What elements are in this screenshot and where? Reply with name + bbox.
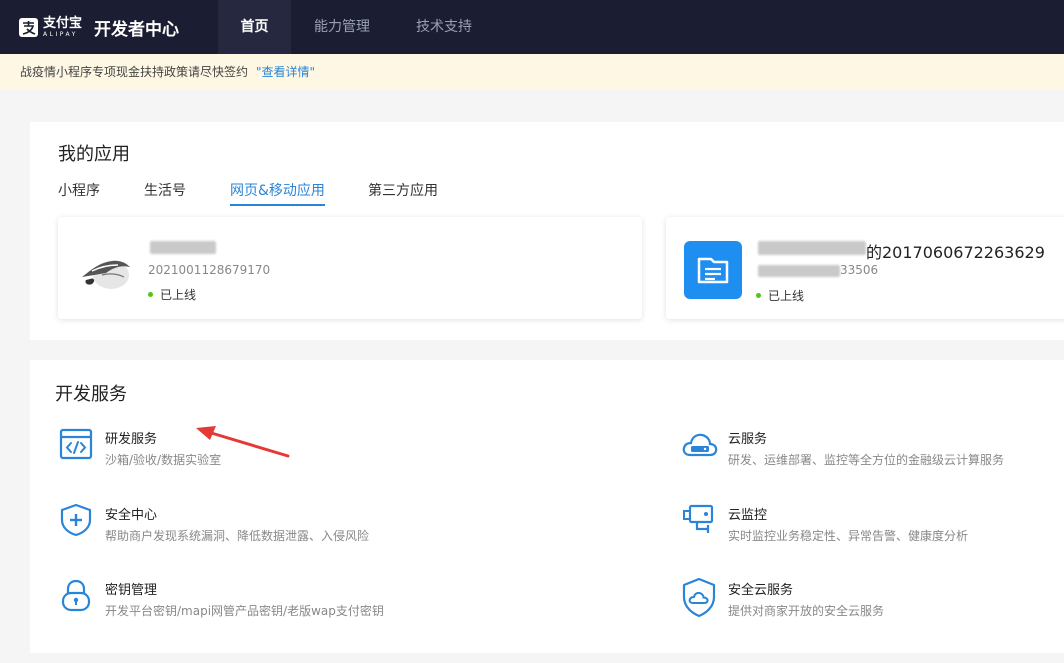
service-desc: 实时监控业务稳定性、异常告警、健康度分析 — [728, 529, 969, 543]
app-card[interactable]: 2021001128679170 已上线 — [58, 217, 642, 319]
service-desc: 开发平台密钥/mapi网管产品密钥/老版wap支付密钥 — [105, 604, 384, 618]
shield-plus-icon — [59, 503, 93, 537]
app-card[interactable]: 的2017060672263629 33506 已上线 — [666, 217, 1064, 319]
notice-text: 战疫情小程序专项现金扶持政策请尽快签约 — [20, 65, 249, 79]
logo-text-cn: 支付宝 — [43, 15, 83, 31]
nav-home[interactable]: 首页 — [218, 0, 291, 54]
my-apps-title: 我的应用 — [58, 144, 130, 165]
tab-web-mobile-app[interactable]: 网页&移动应用 — [230, 180, 325, 206]
masked-app-name-prefix — [758, 241, 866, 255]
app-id: 2021001128679170 — [148, 263, 271, 277]
service-name: 云监控 — [728, 508, 768, 523]
lock-icon — [59, 578, 93, 612]
bird-app-icon — [76, 241, 134, 299]
status-dot — [148, 292, 153, 297]
service-name: 密钥管理 — [105, 583, 158, 598]
dev-services-title: 开发服务 — [55, 384, 127, 405]
app-status-text: 已上线 — [768, 289, 805, 303]
service-name: 研发服务 — [105, 432, 158, 447]
status-dot — [756, 293, 761, 298]
shield-cloud-icon — [682, 577, 716, 618]
service-cloud[interactable]: 云服务 研发、运维部署、监控等全方位的金融级云计算服务 — [682, 425, 1062, 469]
alipay-logo-icon — [19, 17, 38, 37]
cloud-server-icon — [682, 427, 718, 461]
service-desc: 提供对商家开放的安全云服务 — [728, 604, 885, 618]
top-navbar: 支付宝 ALIPAY 开发者中心 首页 能力管理 技术支持 — [0, 0, 1064, 54]
service-cloud-monitor[interactable]: 云监控 实时监控业务稳定性、异常告警、健康度分析 — [682, 501, 1062, 545]
red-arrow-annotation — [196, 426, 290, 458]
monitor-camera-icon — [682, 503, 716, 537]
active-tab-underline — [230, 204, 325, 206]
masked-app-id-prefix — [758, 265, 840, 277]
app-status: 已上线 — [148, 286, 196, 303]
service-security-center[interactable]: 安全中心 帮助商户发现系统漏洞、降低数据泄露、入侵风险 — [59, 501, 459, 545]
app-status-text: 已上线 — [160, 288, 197, 302]
code-window-icon — [59, 427, 93, 461]
service-desc: 帮助商户发现系统漏洞、降低数据泄露、入侵风险 — [105, 529, 370, 543]
tab-third-party-app[interactable]: 第三方应用 — [368, 180, 438, 200]
app-name: 的2017060672263629 — [866, 243, 1045, 262]
dev-services-panel: 开发服务 研发服务 沙箱/验收/数据实验室 云服务 研发、运维部署、监控等全方位… — [30, 360, 1064, 653]
tab-mini-program[interactable]: 小程序 — [58, 180, 100, 200]
notice-bar: 战疫情小程序专项现金扶持政策请尽快签约 "查看详情" — [0, 54, 1064, 90]
nav-capability-management[interactable]: 能力管理 — [301, 0, 383, 54]
service-key-management[interactable]: 密钥管理 开发平台密钥/mapi网管产品密钥/老版wap支付密钥 — [59, 576, 459, 620]
app-id: 33506 — [840, 263, 879, 277]
brand[interactable]: 支付宝 ALIPAY 开发者中心 — [19, 12, 179, 42]
tab-web-mobile-app-label: 网页&移动应用 — [230, 183, 325, 199]
masked-app-name — [150, 241, 216, 254]
document-app-icon — [684, 241, 742, 299]
my-apps-panel: 我的应用 小程序 生活号 网页&移动应用 第三方应用 2021001128679… — [30, 122, 1064, 340]
service-security-cloud[interactable]: 安全云服务 提供对商家开放的安全云服务 — [682, 576, 1062, 620]
logo-text-en: ALIPAY — [43, 30, 78, 38]
service-name: 安全中心 — [105, 508, 158, 523]
service-name: 云服务 — [728, 432, 768, 447]
service-name: 安全云服务 — [728, 583, 794, 598]
tab-life-account[interactable]: 生活号 — [144, 180, 186, 200]
notice-detail-link[interactable]: "查看详情" — [256, 65, 315, 79]
nav-tech-support[interactable]: 技术支持 — [403, 0, 485, 54]
app-status: 已上线 — [756, 287, 804, 304]
site-title: 开发者中心 — [94, 19, 180, 40]
service-desc: 研发、运维部署、监控等全方位的金融级云计算服务 — [728, 453, 1005, 467]
